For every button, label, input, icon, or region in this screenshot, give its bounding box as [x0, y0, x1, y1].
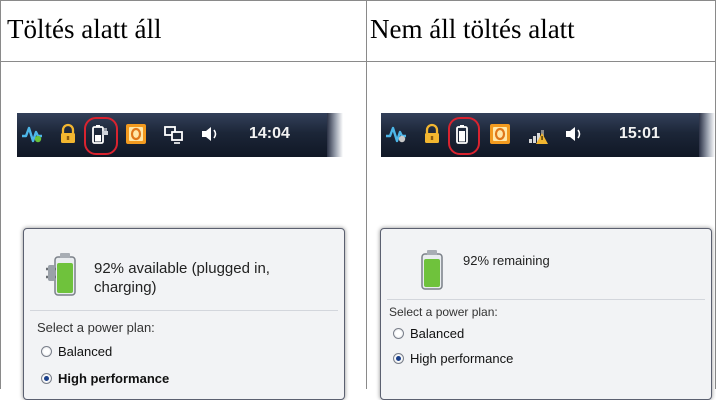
office-icon[interactable] [489, 123, 511, 145]
battery-status-line-2: charging) [94, 279, 157, 296]
show-desktop-button[interactable] [327, 113, 343, 157]
show-desktop-button[interactable] [699, 113, 715, 157]
flyout-separator [30, 310, 338, 311]
power-plan-high-performance-label: High performance [410, 351, 514, 366]
battery-plugged-icon[interactable] [88, 123, 110, 145]
power-plan-balanced-label: Balanced [58, 344, 113, 359]
battery-icon-large [421, 250, 443, 290]
power-plan-balanced[interactable]: Balanced [41, 344, 112, 359]
power-plan-label: Select a power plan: [37, 320, 155, 335]
table-border-left [0, 0, 1, 389]
network-activity-icon[interactable] [385, 123, 407, 145]
speaker-icon[interactable] [199, 123, 221, 145]
power-plan-high-performance-label: High performance [58, 371, 170, 386]
battery-status-text: 92% available (plugged in, charging) [94, 259, 270, 297]
lock-icon[interactable] [421, 123, 443, 145]
power-plan-high-performance[interactable]: High performance [393, 351, 513, 366]
network-activity-icon[interactable] [21, 123, 43, 145]
table-border-top [0, 0, 716, 1]
battery-flyout-charging: 92% available (plugged in, charging) Sel… [23, 228, 345, 400]
office-icon[interactable] [125, 123, 147, 145]
radio-balanced[interactable] [41, 346, 52, 357]
wireless-signal-warning-icon[interactable] [527, 123, 549, 145]
table-column-divider [366, 0, 367, 389]
network-computer-icon[interactable] [163, 123, 185, 145]
table-header-divider [0, 61, 716, 62]
power-plan-high-performance[interactable]: High performance [41, 371, 169, 386]
header-not-charging: Nem áll töltés alatt [370, 14, 575, 44]
battery-status-line-1: 92% available (plugged in, [94, 260, 270, 277]
taskbar-charging: 14:04 [17, 113, 343, 157]
power-plan-balanced-label: Balanced [410, 326, 465, 341]
taskbar-clock[interactable]: 15:01 [619, 125, 660, 143]
power-plan-balanced[interactable]: Balanced [393, 326, 464, 341]
power-plan-label: Select a power plan: [389, 305, 498, 319]
battery-icon[interactable] [451, 123, 473, 145]
speaker-icon[interactable] [563, 123, 585, 145]
header-charging: Töltés alatt áll [7, 14, 162, 44]
taskbar-not-charging: 15:01 [381, 113, 715, 157]
taskbar-clock[interactable]: 14:04 [249, 125, 290, 143]
battery-charging-icon [46, 253, 76, 296]
lock-icon[interactable] [57, 123, 79, 145]
radio-high-performance[interactable] [393, 353, 404, 364]
comparison-table: Töltés alatt áll Nem áll töltés alatt 14… [0, 0, 716, 400]
radio-high-performance[interactable] [41, 373, 52, 384]
battery-flyout-discharging: 92% remaining Select a power plan: Balan… [380, 228, 712, 400]
battery-status-text: 92% remaining [463, 253, 550, 268]
radio-balanced[interactable] [393, 328, 404, 339]
flyout-separator [387, 299, 705, 300]
